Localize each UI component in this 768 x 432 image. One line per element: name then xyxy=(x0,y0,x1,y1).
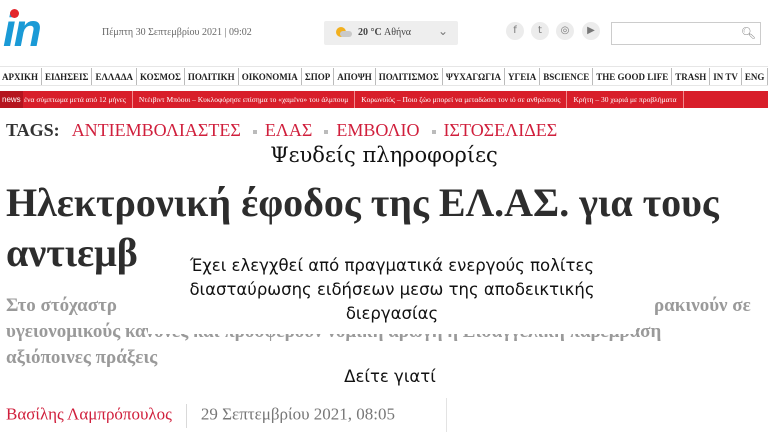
article-tags: TAGS: ΑΝΤΙΕΜΒΟΛΙΑΣΤΕΣ ΕΛΑΣ ΕΜΒΟΛΙΟ ΙΣΤΟΣΕΛΙ… xyxy=(6,120,569,141)
headline-line-1: Ηλεκτρονική έφοδος της ΕΛ.ΑΣ. για τους xyxy=(6,180,719,225)
ticker-item[interactable]: Κορωνοϊός – Ποιο ζώο μπορεί να μεταδώσει… xyxy=(361,91,568,108)
logo-dot xyxy=(10,9,19,18)
byline-divider xyxy=(185,404,187,428)
fact-check-message: Έχει ελεγχθεί από πραγματικά ενεργούς πο… xyxy=(189,256,595,323)
facebook-icon[interactable]: f xyxy=(506,22,524,40)
search-input[interactable]: 🔍︎ xyxy=(611,22,761,45)
nav-item[interactable]: ΟΙΚΟΝΟΜΙΑ xyxy=(239,68,302,85)
ticker-item[interactable]: Κρήτη – 30 χωριά με προβλήματα xyxy=(573,91,684,108)
twitter-icon[interactable]: t xyxy=(531,22,549,40)
tag-link[interactable]: ΕΜΒΟΛΙΟ xyxy=(336,120,419,140)
nav-item[interactable]: ΑΡΧΙΚΗ xyxy=(0,68,42,85)
weather-city: Αθήνα xyxy=(384,27,412,38)
see-why-link[interactable]: Δείτε γιατί xyxy=(330,367,450,386)
chevron-down-icon[interactable]: ⌄ xyxy=(438,24,448,39)
cloud-shape xyxy=(340,31,352,37)
nav-item[interactable]: ΚΟΣΜΟΣ xyxy=(137,68,185,85)
nav-item[interactable]: ΕΙΔΗΣΕΙΣ xyxy=(42,68,93,85)
byline-divider-right xyxy=(446,398,447,432)
weather-widget[interactable]: 20 °C Αθήνα ⌄ xyxy=(324,21,458,45)
tag-link[interactable]: ΙΣΤΟΣΕΛΙΔΕΣ xyxy=(444,120,558,140)
current-date: Πέμπτη 30 Σεπτεμβρίου 2021 | 09:02 xyxy=(102,27,252,38)
nav-item[interactable]: ΣΠΟΡ xyxy=(302,68,335,85)
search-icon[interactable]: 🔍︎ xyxy=(741,26,756,41)
nav-item[interactable]: THE GOOD LIFE xyxy=(593,68,673,85)
tag-link[interactable]: ΑΝΤΙΕΜΒΟΛΙΑΣΤΕΣ xyxy=(72,120,241,140)
tags-label: TAGS: xyxy=(6,120,60,140)
nav-item[interactable]: BSCIENCE xyxy=(540,68,594,85)
logo-text: in xyxy=(3,4,42,56)
ticker-items: ένα σύμπτωμα μετά από 12 μήνες Ντέιβιντ Μ… xyxy=(24,91,690,108)
tag-separator xyxy=(324,130,329,135)
nav-item[interactable]: IN TV xyxy=(710,68,742,85)
site-header: in Πέμπτη 30 Σεπτεμβρίου 2021 | 09:02 20… xyxy=(0,0,768,66)
author-link[interactable]: Βασίλης Λαμπρόπουλος xyxy=(6,405,172,424)
nav-item[interactable]: ΨΥΧΑΓΩΓΙΑ xyxy=(443,68,505,85)
tag-link[interactable]: ΕΛΑΣ xyxy=(265,120,313,140)
tag-separator xyxy=(252,130,257,135)
publish-date: 29 Σεπτεμβρίου 2021, 08:05 xyxy=(200,404,395,424)
nav-item[interactable]: ENG xyxy=(742,68,768,85)
instagram-icon[interactable]: ◎ xyxy=(556,22,574,40)
weather-temperature: 20 °C xyxy=(358,27,382,38)
nav-item[interactable]: ΑΠΟΨΗ xyxy=(334,68,376,85)
ticker-label: news xyxy=(0,91,23,108)
nav-item[interactable]: ΠΟΛΙΤΙΚΗ xyxy=(185,68,239,85)
nav-item[interactable]: TRASH xyxy=(672,68,711,85)
ticker-item[interactable]: Ντέιβιντ Μπόουι – Κυκλοφόρησε επίσημα το… xyxy=(139,91,356,108)
nav-item[interactable]: ΕΛΛΑΔΑ xyxy=(92,68,137,85)
summary-right-fragment: ρακινούν σε xyxy=(654,295,751,316)
nav-item[interactable]: ΥΓΕΙΑ xyxy=(505,68,541,85)
tag-separator xyxy=(431,130,436,135)
site-logo[interactable]: in xyxy=(3,4,59,56)
fact-check-title: Ψευδείς πληροφορίες xyxy=(270,143,498,167)
ticker-item[interactable]: ένα σύμπτωμα μετά από 12 μήνες xyxy=(24,91,133,108)
news-ticker: news ένα σύμπτωμα μετά από 12 μήνες Ντέιβ… xyxy=(0,91,768,108)
nav-item[interactable]: ΠΟΛΙΤΙΣΜΟΣ xyxy=(376,68,443,85)
main-navigation: ΑΡΧΙΚΗ ΕΙΔΗΣΕΙΣ ΕΛΛΑΔΑ ΚΟΣΜΟΣ ΠΟΛΙΤΙΚΗ ΟΙΚΟΝΟ… xyxy=(0,66,768,86)
article-byline: Βασίλης Λαμπρόπουλος 29 Σεπτεμβρίου 2021… xyxy=(6,404,395,428)
youtube-icon[interactable]: ▶ xyxy=(582,22,600,40)
